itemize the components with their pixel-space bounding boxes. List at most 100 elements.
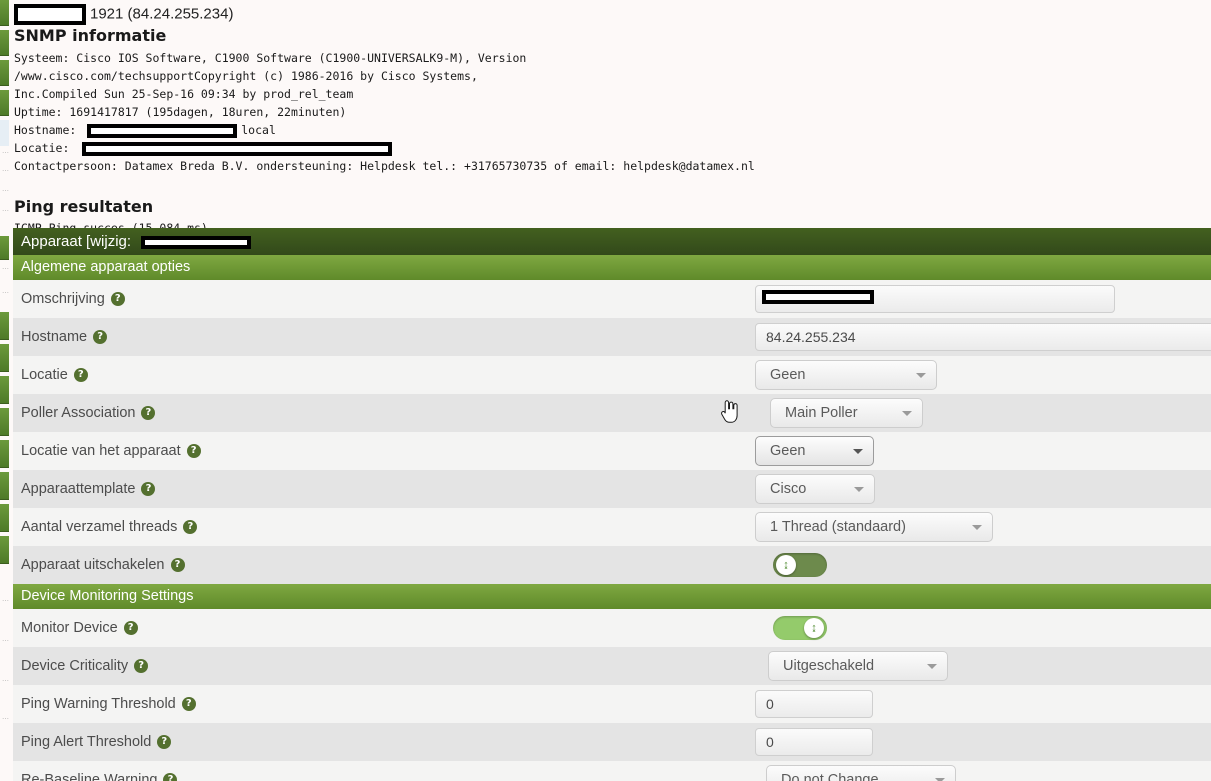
toggle-knob-icon: ↨ bbox=[804, 618, 824, 638]
monitor-device-toggle[interactable]: ↨ bbox=[773, 616, 827, 640]
snmp-locatie-label: Locatie: bbox=[14, 141, 70, 155]
sidebar-tile[interactable] bbox=[0, 236, 9, 260]
sidebar-dots: ⋯ bbox=[2, 638, 9, 645]
row-aantal-verzamel-threads: Aantal verzamel threads ? 1 Thread (stan… bbox=[13, 508, 1211, 546]
locatie-van-het-apparaat-value: Geen bbox=[770, 443, 806, 459]
chevron-down-icon bbox=[927, 664, 937, 669]
help-icon[interactable]: ? bbox=[170, 558, 185, 572]
re-baseline-warning-select[interactable]: Do not Change bbox=[766, 765, 956, 781]
sidebar-strip: ⋯ ⋯ ⋯ ⋯ ⋯ ⋯ ⋯ ⋯ ⋯ ⋯ bbox=[0, 0, 10, 781]
sidebar-tile[interactable] bbox=[0, 0, 9, 26]
row-apparaat-uitschakelen: Apparaat uitschakelen ? ↨ bbox=[13, 546, 1211, 584]
row-omschrijving: Omschrijving ? bbox=[13, 280, 1211, 318]
help-icon[interactable]: ? bbox=[73, 368, 88, 382]
control-hostname: 84.24.255.234 bbox=[755, 318, 1211, 356]
control-apparaattemplate: Cisco bbox=[755, 470, 875, 508]
label-re-baseline-warning: Re-Baseline Warning ? bbox=[13, 772, 178, 781]
apparaattemplate-value: Cisco bbox=[770, 481, 807, 497]
device-title: 1921 (84.24.255.234) bbox=[14, 0, 1211, 25]
control-locatie: Geen bbox=[755, 356, 937, 394]
label-apparaattemplate: Apparaattemplate ? bbox=[13, 481, 156, 497]
label-ping-alert-threshold: Ping Alert Threshold ? bbox=[13, 734, 172, 750]
sidebar-tile[interactable] bbox=[0, 504, 9, 532]
row-ping-warning-threshold: Ping Warning Threshold ? 0 bbox=[13, 685, 1211, 723]
redacted-omschrijving-value bbox=[762, 290, 874, 304]
row-apparaattemplate: Apparaattemplate ? Cisco bbox=[13, 470, 1211, 508]
pointer-hand-cursor-icon bbox=[721, 400, 738, 423]
chevron-down-icon bbox=[972, 525, 982, 530]
snmp-line: Systeem: Cisco IOS Software, C1900 Softw… bbox=[14, 51, 527, 65]
snmp-hostname-label: Hostname: bbox=[14, 123, 77, 137]
aantal-verzamel-threads-select[interactable]: 1 Thread (standaard) bbox=[755, 512, 993, 542]
sidebar-tile[interactable] bbox=[0, 376, 9, 404]
label-apparaat-uitschakelen: Apparaat uitschakelen ? bbox=[13, 557, 185, 573]
redacted-panel-device-name bbox=[141, 235, 252, 249]
toggle-knob-icon: ↨ bbox=[776, 555, 796, 575]
label-ping-alert-threshold-text: Ping Alert Threshold bbox=[21, 734, 152, 750]
apparaat-uitschakelen-toggle[interactable]: ↨ bbox=[773, 553, 827, 577]
control-re-baseline-warning: Do not Change bbox=[766, 761, 956, 781]
row-re-baseline-warning: Re-Baseline Warning ? Do not Change bbox=[13, 761, 1211, 781]
control-aantal-verzamel-threads: 1 Thread (standaard) bbox=[755, 508, 993, 546]
hostname-input[interactable]: 84.24.255.234 bbox=[755, 323, 1211, 351]
label-aantal-verzamel-threads: Aantal verzamel threads ? bbox=[13, 519, 198, 535]
row-locatie: Locatie ? Geen bbox=[13, 356, 1211, 394]
sidebar-tile-active[interactable] bbox=[0, 120, 9, 146]
device-criticality-value: Uitgeschakeld bbox=[783, 658, 875, 674]
sidebar-tile[interactable] bbox=[0, 30, 9, 56]
sidebar-tile[interactable] bbox=[0, 312, 9, 340]
apparaattemplate-select[interactable]: Cisco bbox=[755, 474, 875, 504]
sidebar-tile[interactable] bbox=[0, 344, 9, 372]
panel-title-bar: Apparaat [wijzig: bbox=[13, 228, 1211, 255]
help-icon[interactable]: ? bbox=[181, 697, 196, 711]
sidebar-tile[interactable] bbox=[0, 60, 9, 86]
ping-warning-threshold-input[interactable]: 0 bbox=[755, 690, 873, 718]
device-edit-panel: Apparaat [wijzig: Algemene apparaat opti… bbox=[13, 228, 1211, 781]
help-icon[interactable]: ? bbox=[123, 621, 138, 635]
locatie-select[interactable]: Geen bbox=[755, 360, 937, 390]
label-locatie-van-het-apparaat-text: Locatie van het apparaat bbox=[21, 443, 181, 459]
snmp-heading: SNMP informatie bbox=[14, 26, 167, 45]
sidebar-tile[interactable] bbox=[0, 440, 9, 468]
help-icon[interactable]: ? bbox=[110, 292, 125, 306]
label-locatie-van-het-apparaat: Locatie van het apparaat ? bbox=[13, 443, 201, 459]
label-poller-association: Poller Association ? bbox=[13, 405, 156, 421]
label-hostname: Hostname ? bbox=[13, 329, 108, 345]
label-apparaattemplate-text: Apparaattemplate bbox=[21, 481, 136, 497]
control-omschrijving bbox=[755, 280, 1115, 318]
row-poller-association: Poller Association ? Main Poller bbox=[13, 394, 1211, 432]
row-device-criticality: Device Criticality ? Uitgeschakeld bbox=[13, 647, 1211, 685]
label-poller-association-text: Poller Association bbox=[21, 405, 136, 421]
aantal-verzamel-threads-value: 1 Thread (standaard) bbox=[770, 519, 906, 535]
snmp-line: Uptime: 1691417817 (195dagen, 18uren, 22… bbox=[14, 105, 347, 119]
chevron-down-icon bbox=[902, 411, 912, 416]
help-icon[interactable]: ? bbox=[186, 444, 201, 458]
sidebar-dots: ⋯ bbox=[2, 150, 9, 157]
help-icon[interactable]: ? bbox=[141, 482, 156, 496]
sidebar-tile[interactable] bbox=[0, 90, 9, 116]
control-ping-alert-threshold: 0 bbox=[755, 723, 873, 761]
device-criticality-select[interactable]: Uitgeschakeld bbox=[768, 651, 948, 681]
help-icon[interactable]: ? bbox=[183, 520, 198, 534]
poller-association-select[interactable]: Main Poller bbox=[770, 398, 923, 428]
panel-title-text: Apparaat [wijzig: bbox=[21, 233, 132, 250]
snmp-info-block: 1921 (84.24.255.234) SNMP informatie Sys… bbox=[10, 0, 1211, 237]
sidebar-tile[interactable] bbox=[0, 536, 9, 564]
sidebar-tile[interactable] bbox=[0, 472, 9, 500]
help-icon[interactable]: ? bbox=[134, 659, 149, 673]
control-monitor-device: ↨ bbox=[773, 609, 827, 647]
sidebar-dots: ⋯ bbox=[2, 290, 9, 297]
ping-alert-threshold-input[interactable]: 0 bbox=[755, 728, 873, 756]
locatie-van-het-apparaat-select[interactable]: Geen bbox=[755, 436, 874, 466]
sidebar-tile[interactable] bbox=[0, 408, 9, 436]
help-icon[interactable]: ? bbox=[93, 330, 108, 344]
locatie-select-value: Geen bbox=[770, 367, 806, 383]
omschrijving-input[interactable] bbox=[755, 285, 1115, 313]
re-baseline-warning-value: Do not Change bbox=[781, 772, 879, 781]
label-locatie-text: Locatie bbox=[21, 367, 68, 383]
sidebar-dots: ⋯ bbox=[2, 208, 9, 215]
help-icon[interactable]: ? bbox=[157, 735, 172, 749]
snmp-hostname-suffix: local bbox=[241, 123, 276, 137]
help-icon[interactable]: ? bbox=[163, 773, 178, 781]
help-icon[interactable]: ? bbox=[141, 406, 156, 420]
